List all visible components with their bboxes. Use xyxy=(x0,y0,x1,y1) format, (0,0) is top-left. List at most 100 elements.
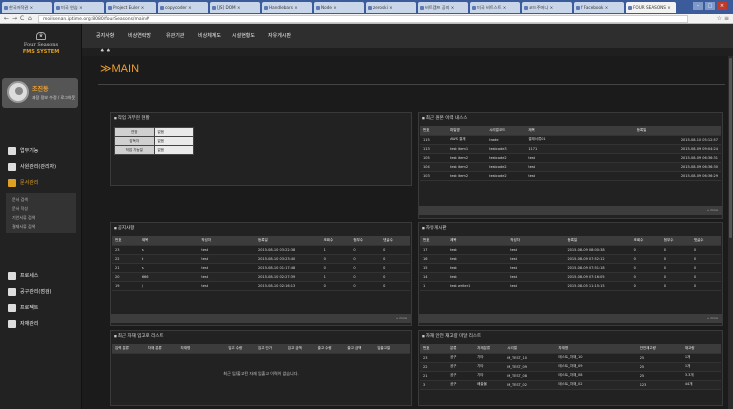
column-header[interactable]: 입력 분류 xyxy=(112,344,145,354)
table-row[interactable]: 22 t test 2015-08-10 03:23:40 0 0 0 xyxy=(112,254,410,264)
table-cell[interactable]: 테스트_자재_08 xyxy=(555,371,637,381)
browser-tab[interactable]: 미국 비트스트 × xyxy=(470,2,520,13)
sidebar-item[interactable]: 프로세스 xyxy=(8,271,38,281)
table-cell[interactable]: test xyxy=(447,254,508,264)
sidebar-item[interactable]: 문서관리 xyxy=(8,178,38,188)
table-row[interactable]: 103 test item2 testcode2 test 2015-08-09 06:… xyxy=(420,171,721,181)
table-row[interactable]: 21 s test 2015-08-10 01:17:48 0 0 0 xyxy=(112,263,410,273)
column-header[interactable]: 출고 수량 xyxy=(314,344,345,354)
table-cell[interactable]: 666 xyxy=(138,272,199,282)
column-header[interactable]: 번호 xyxy=(420,126,448,136)
table-row[interactable]: 16 test test 2015-08-09 07:52:12 0 0 0 xyxy=(420,254,721,264)
top-nav-item[interactable]: 자유게시판 xyxy=(268,32,291,39)
browser-tab[interactable]: [JS] DOM × xyxy=(210,2,260,13)
browser-tab[interactable]: 미국 연습 × xyxy=(54,2,104,13)
browser-tab[interactable]: 코드주머니 × xyxy=(522,2,572,13)
browser-menu-icon[interactable]: ☆ ≡ xyxy=(717,15,729,22)
sidebar-item[interactable]: 자재관리 xyxy=(8,319,38,329)
column-header[interactable]: 제목 xyxy=(525,126,634,136)
table-cell[interactable]: 테스트_자재_09 xyxy=(555,362,637,372)
column-header[interactable]: 자재명 xyxy=(177,344,226,354)
scrollbar-thumb[interactable] xyxy=(729,58,732,238)
column-header[interactable]: 제목 xyxy=(447,236,508,246)
table-row[interactable]: 104 test item2 testcode2 test 2015-08-09 06:… xyxy=(420,162,721,172)
column-header[interactable]: 제목 xyxy=(138,236,199,246)
more-link[interactable]: + more xyxy=(707,316,718,320)
table-row[interactable]: 14 test test 2015-08-09 07:16:05 0 0 0 xyxy=(420,272,721,282)
column-header[interactable]: 조회수 xyxy=(630,236,661,246)
column-header[interactable]: 작성자 xyxy=(198,236,256,246)
logo[interactable]: ♛ Four Seasons FMS SYSTEM xyxy=(0,32,82,55)
sidebar-item[interactable]: 사원관리(관리자) xyxy=(8,162,56,172)
minimize-button[interactable]: – xyxy=(693,2,703,10)
column-header[interactable]: 작성자 xyxy=(507,236,565,246)
top-nav-item[interactable]: 비상연락망 xyxy=(128,32,151,39)
submenu-item[interactable]: 기안서류 검색 xyxy=(6,213,76,222)
table-cell[interactable]: 테스트_자재_02 xyxy=(555,380,637,390)
column-header[interactable]: 등록일 xyxy=(633,126,721,136)
column-header[interactable]: 조회수 xyxy=(320,236,351,246)
url-input[interactable]: moilsenan.iptime.org:8080/fourSeasons/ma… xyxy=(38,15,688,23)
table-cell[interactable]: test item2 xyxy=(447,171,487,181)
column-header[interactable]: 입출고일 xyxy=(374,344,410,354)
column-header[interactable]: 분류 xyxy=(447,344,475,354)
table-row[interactable]: 20 666 test 2015-08-10 02:27:39 1 0 0 xyxy=(112,272,410,282)
close-window-button[interactable]: × xyxy=(717,2,727,10)
table-row[interactable]: 23 s test 2015-08-10 03:22:38 1 0 0 xyxy=(112,245,410,255)
column-header[interactable]: 첨부수 xyxy=(660,236,691,246)
browser-tab[interactable]: Node × xyxy=(314,2,364,13)
submenu-item[interactable]: 문서 검색 xyxy=(6,195,76,204)
table-cell[interactable]: test writer1 xyxy=(447,281,508,291)
table-row[interactable]: 113 test item1 testcode3 1171 2015-08-09 09:… xyxy=(420,144,721,154)
submenu-item[interactable]: 문서 작성 xyxy=(6,204,76,213)
table-row[interactable]: 23 공구 기타 M_TEST_10 테스트_자재_10 25 1개 xyxy=(420,353,721,363)
column-header[interactable]: 시리얼 xyxy=(504,344,556,354)
browser-tab[interactable]: FOUR SEASONS × xyxy=(626,2,676,13)
table-cell[interactable]: s xyxy=(138,263,199,273)
column-header[interactable]: 파일명 xyxy=(447,126,487,136)
top-nav-item[interactable]: 비상체계도 xyxy=(198,32,221,39)
more-link[interactable]: + more xyxy=(707,208,718,212)
column-header[interactable]: 입고 금액 xyxy=(284,344,315,354)
browser-tab[interactable]: f Facebook × xyxy=(574,2,624,13)
table-cell[interactable]: test item1 xyxy=(447,144,487,154)
more-link[interactable]: + more xyxy=(396,316,407,320)
table-cell[interactable]: test item2 xyxy=(447,162,487,172)
column-header[interactable]: 안전재고량 xyxy=(636,344,682,354)
sidebar-item[interactable]: 프로젝트 xyxy=(8,303,38,313)
back-icon[interactable]: ← xyxy=(4,15,9,22)
reload-icon[interactable]: C xyxy=(20,15,24,22)
column-header[interactable]: 출고 금액 xyxy=(344,344,375,354)
table-row[interactable]: 3 공구 배출물 M_TEST_02 테스트_자재_02 123 44개 xyxy=(420,380,721,390)
maximize-button[interactable]: □ xyxy=(705,2,715,10)
browser-tab[interactable]: 비트캠프 공지 × xyxy=(418,2,468,13)
table-cell[interactable]: test xyxy=(447,263,508,273)
column-header[interactable]: 입고 수량 xyxy=(225,344,255,354)
table-row[interactable]: 21 공구 기타 M_TEST_08 테스트_자재_08 25 3.3개 xyxy=(420,371,721,381)
column-header[interactable]: 자재 분류 xyxy=(144,344,178,354)
column-header[interactable]: 입고 단가 xyxy=(255,344,285,354)
table-row[interactable]: 17 test test 2015-08-09 08:00:38 0 0 0 xyxy=(420,245,721,255)
table-row[interactable]: 105 test item2 testcode2 test 2015-08-09 06:… xyxy=(420,153,721,163)
table-cell[interactable]: test xyxy=(447,245,508,255)
top-nav-item[interactable]: 유관기관 xyxy=(166,32,184,39)
column-header[interactable]: 댓글수 xyxy=(690,236,721,246)
column-header[interactable]: 등록일 xyxy=(255,236,321,246)
browser-tab[interactable]: copycoder × xyxy=(158,2,208,13)
column-header[interactable]: 자재명 xyxy=(555,344,637,354)
table-cell[interactable]: s xyxy=(138,245,199,255)
column-header[interactable]: 시리얼코드 xyxy=(486,126,526,136)
column-header[interactable]: 첨부수 xyxy=(350,236,381,246)
table-row[interactable]: 15 test test 2015-08-09 07:51:18 0 0 0 xyxy=(420,263,721,273)
browser-tab[interactable]: Handlebars × xyxy=(262,2,312,13)
table-row[interactable]: 115 AWS 결재 trade 결재서류01 2015-08-10 05:12:57 xyxy=(420,135,721,145)
column-header[interactable]: 번호 xyxy=(420,344,448,354)
submenu-item[interactable]: 결재서류 검색 xyxy=(6,222,76,231)
table-cell[interactable]: test xyxy=(447,272,508,282)
table-row[interactable]: 22 공구 기타 M_TEST_09 테스트_자재_09 25 1개 xyxy=(420,362,721,372)
profile-links[interactable]: 과장 정보 수정 / 로그아웃 xyxy=(32,95,75,101)
table-cell[interactable]: AWS 결재 xyxy=(447,135,487,145)
table-row[interactable]: 19/test 2015-08-10 02:16:13 0 0 0 xyxy=(112,281,410,291)
browser-tab[interactable]: Project Euler × xyxy=(106,2,156,13)
table-cell[interactable]: 테스트_자재_10 xyxy=(555,353,637,363)
